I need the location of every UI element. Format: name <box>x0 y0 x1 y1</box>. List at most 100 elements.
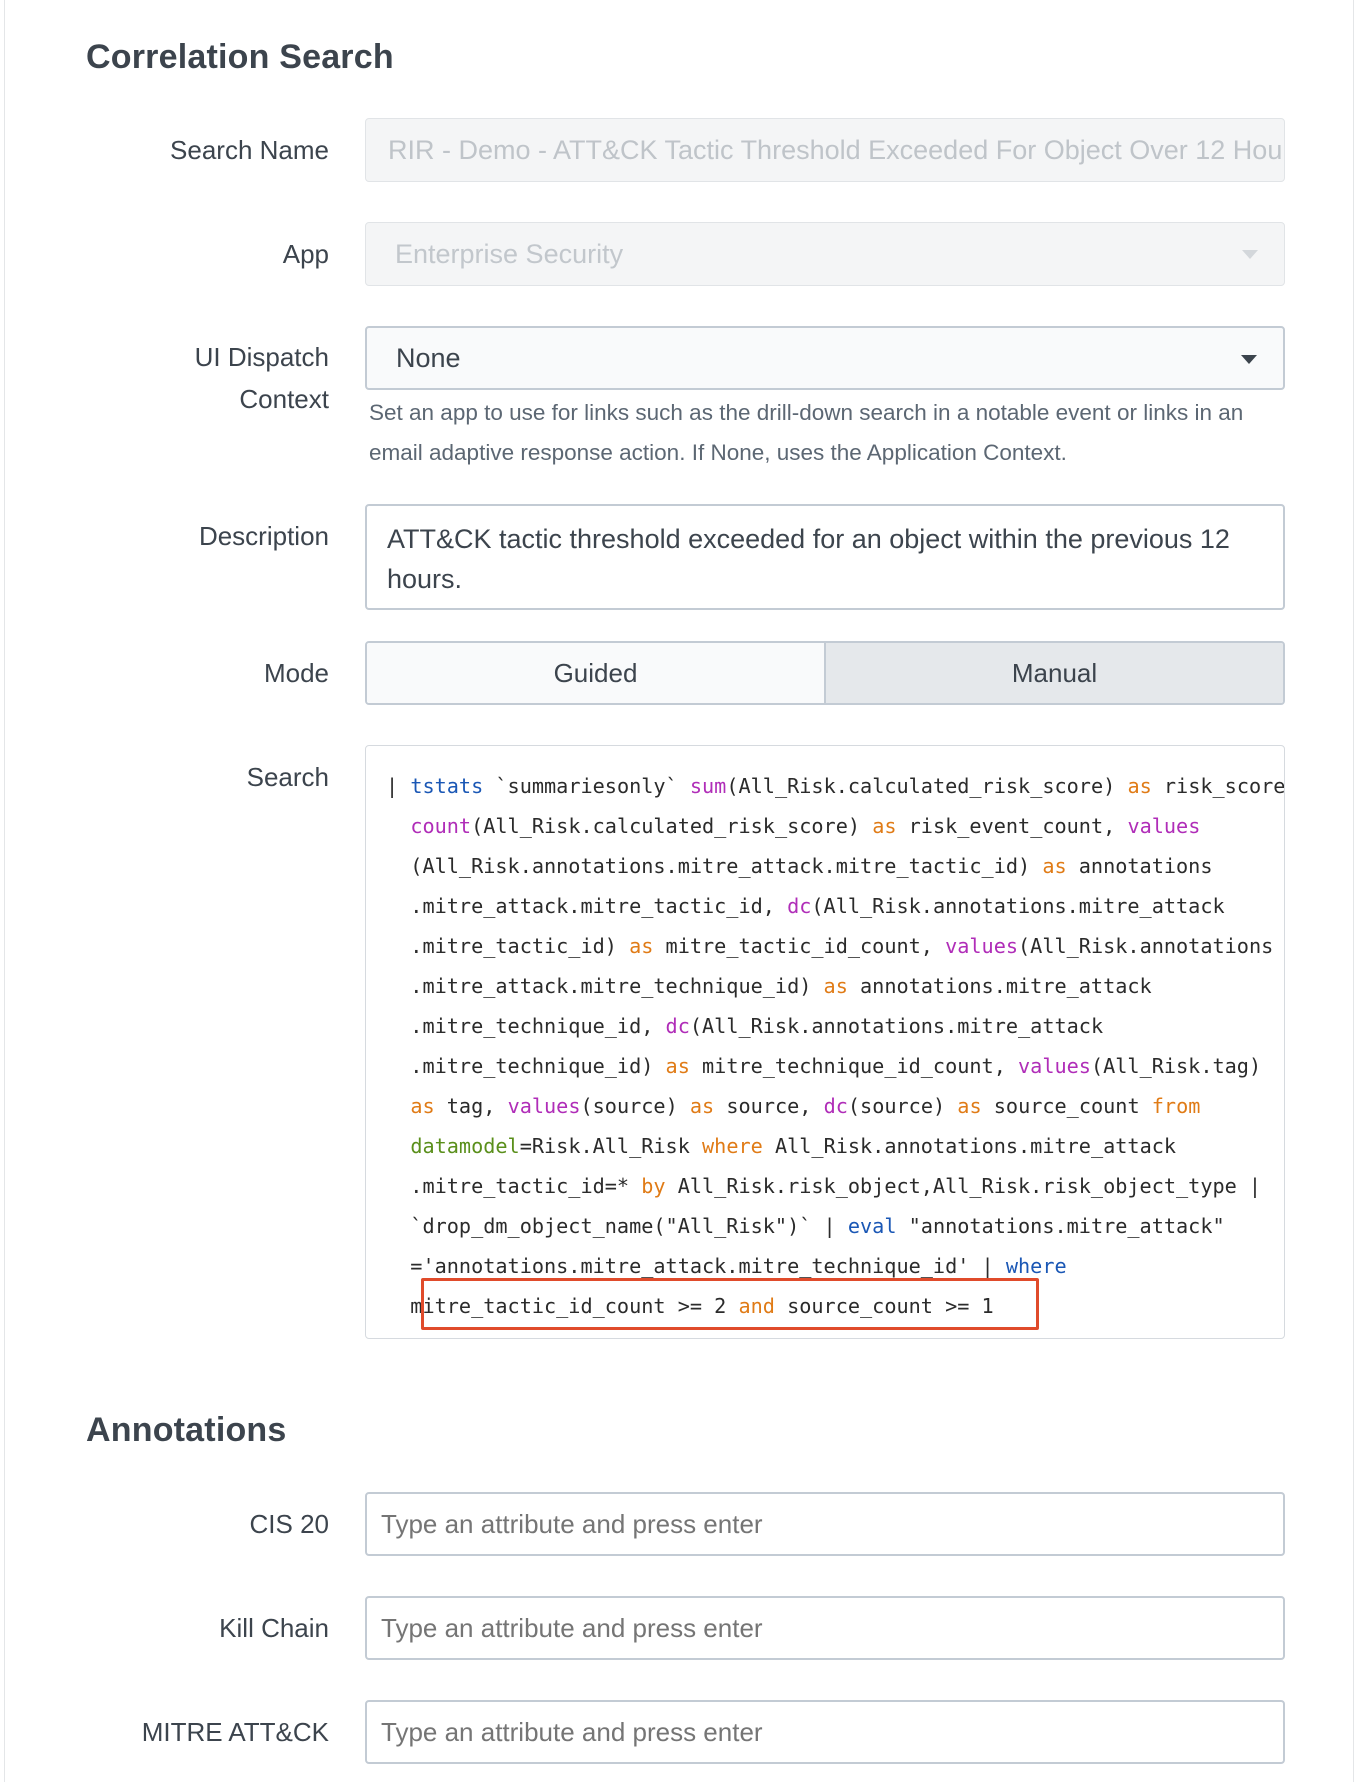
search-code-token: (source) <box>847 1094 958 1118</box>
search-code-token: dc <box>665 1014 690 1038</box>
search-code-token: as <box>665 1054 690 1078</box>
app-select[interactable]: Enterprise Security <box>365 222 1285 286</box>
kill-chain-label: Kill Chain <box>219 1613 329 1643</box>
search-code-token: =Risk.All_Risk <box>519 1134 703 1158</box>
search-code-token: from <box>1151 1094 1201 1118</box>
search-code-token: (All_Risk.annotations.mitre_attack <box>811 894 1225 918</box>
section-title-correlation-search: Correlation Search <box>86 38 394 76</box>
ui-dispatch-label-line1: UI Dispatch <box>194 342 329 372</box>
highlight-box <box>421 1278 1039 1330</box>
search-code-token: (All_Risk.annotations <box>1018 934 1274 958</box>
search-name-label: Search Name <box>170 135 329 165</box>
mode-label: Mode <box>263 658 329 688</box>
ui-dispatch-help-text: Set an app to use for links such as the … <box>369 393 1299 473</box>
description-label: Description <box>198 521 329 551</box>
search-code-line: .mitre_technique_id, dc(All_Risk.annotat… <box>386 1006 1284 1046</box>
search-code-token: datamodel <box>410 1134 520 1158</box>
search-code-token: tstats <box>410 774 484 798</box>
correlation-search-form: Correlation Search Search Name RIR - Dem… <box>4 0 1354 1782</box>
search-code-token: values <box>507 1094 581 1118</box>
description-textarea[interactable]: ATT&CK tactic threshold exceeded for an … <box>365 504 1285 610</box>
search-code-token: (source) <box>580 1094 690 1118</box>
search-code-token: values <box>1127 814 1201 838</box>
search-code-token: as <box>872 814 897 838</box>
mode-toggle: Guided Manual <box>365 641 1285 705</box>
search-code-line: count(All_Risk.calculated_risk_score) as… <box>386 806 1284 846</box>
search-code-line: .mitre_attack.mitre_technique_id) as ann… <box>386 966 1284 1006</box>
search-code-token: source, <box>714 1094 824 1118</box>
description-line2: hours. <box>387 564 463 594</box>
search-code-token: as <box>1127 774 1152 798</box>
chevron-down-icon <box>1242 250 1258 259</box>
search-code-token: values <box>1018 1054 1091 1078</box>
search-code-token <box>386 1134 410 1158</box>
search-code-token: mitre_technique_id_count, <box>689 1054 1019 1078</box>
search-label: Search <box>246 762 329 792</box>
search-code-token: .mitre_tactic_id=* <box>386 1174 642 1198</box>
kill-chain-input[interactable] <box>365 1596 1285 1660</box>
search-code-token: sum <box>689 774 727 798</box>
search-code-token: All_Risk.annotations.mitre_attack <box>762 1134 1177 1158</box>
mode-guided-button[interactable]: Guided <box>367 643 824 703</box>
search-code-token: annotations.mitre_attack <box>847 974 1152 998</box>
search-code-token: .mitre_tactic_id) <box>386 934 630 958</box>
mitre-attack-input[interactable] <box>365 1700 1285 1764</box>
description-line1: ATT&CK tactic threshold exceeded for an … <box>387 524 1230 554</box>
search-editor[interactable]: | tstats `summariesonly` sum(All_Risk.ca… <box>365 745 1285 1339</box>
search-code-token: ='annotations.mitre_attack.mitre_techniq… <box>386 1254 1006 1278</box>
search-code-line: .mitre_technique_id) as mitre_technique_… <box>386 1046 1284 1086</box>
search-code-token: (All_Risk.tag) <box>1090 1054 1262 1078</box>
ui-dispatch-label: UI Dispatch Context <box>29 336 329 420</box>
search-code-token <box>386 814 410 838</box>
search-code-token: annotations <box>1066 854 1213 878</box>
ui-dispatch-label-line2: Context <box>239 384 329 414</box>
search-code-token: All_Risk.risk_object,All_Risk.risk_objec… <box>665 1174 1262 1198</box>
search-code-token: dc <box>787 894 812 918</box>
search-code-line: | tstats `summariesonly` sum(All_Risk.ca… <box>386 766 1284 806</box>
search-code-token: eval <box>847 1214 897 1238</box>
ui-dispatch-help-line2: email adaptive response action. If None,… <box>369 440 1067 465</box>
search-code-token: (All_Risk.calculated_risk_score) <box>726 774 1128 798</box>
ui-dispatch-select-value: None <box>396 343 461 373</box>
search-code-token: dc <box>823 1094 848 1118</box>
ui-dispatch-select[interactable]: None <box>365 326 1285 390</box>
search-code-token: `drop_dm_object_name("All_Risk")` | <box>386 1214 848 1238</box>
search-code-token: where <box>1005 1254 1067 1278</box>
search-code-token <box>386 1094 410 1118</box>
search-code-token: `summariesonly` <box>483 774 690 798</box>
search-code-token: (All_Risk.annotations.mitre_attack <box>689 1014 1104 1038</box>
chevron-down-icon <box>1241 355 1257 364</box>
search-code-line: .mitre_tactic_id) as mitre_tactic_id_cou… <box>386 926 1284 966</box>
search-code-token: (All_Risk.annotations.mitre_attack.mitre… <box>386 854 1043 878</box>
search-code-token: .mitre_technique_id) <box>386 1054 666 1078</box>
search-name-input[interactable]: RIR - Demo - ATT&CK Tactic Threshold Exc… <box>365 118 1285 182</box>
search-code-token: by <box>641 1174 666 1198</box>
ui-dispatch-help-line1: Set an app to use for links such as the … <box>369 400 1244 425</box>
search-code-token: as <box>689 1094 715 1118</box>
search-code-token: .mitre_attack.mitre_technique_id) <box>386 974 824 998</box>
search-code-token: "annotations.mitre_attack" <box>896 1214 1225 1238</box>
mode-manual-button[interactable]: Manual <box>824 643 1283 703</box>
search-code-line: .mitre_tactic_id=* by All_Risk.risk_obje… <box>386 1166 1284 1206</box>
app-select-value: Enterprise Security <box>395 239 624 269</box>
app-label: App <box>282 239 329 269</box>
search-code-token: | <box>386 774 411 798</box>
search-code-token: (All_Risk.calculated_risk_score) <box>471 814 873 838</box>
cis20-input[interactable] <box>365 1492 1285 1556</box>
search-code-line: as tag, values(source) as source, dc(sou… <box>386 1086 1284 1126</box>
search-code: | tstats `summariesonly` sum(All_Risk.ca… <box>386 766 1284 1326</box>
search-code-token: as <box>957 1094 982 1118</box>
search-code-token: mitre_tactic_id_count, <box>653 934 946 958</box>
search-code-token: where <box>702 1134 763 1158</box>
cis20-label: CIS 20 <box>249 1509 330 1539</box>
search-code-token: as <box>823 974 848 998</box>
search-code-token: as <box>629 934 654 958</box>
search-code-line: (All_Risk.annotations.mitre_attack.mitre… <box>386 846 1284 886</box>
search-code-token: risk_score, <box>1151 774 1285 798</box>
search-code-token: risk_event_count, <box>896 814 1128 838</box>
search-code-token: tag, <box>434 1094 508 1118</box>
search-code-token: as <box>410 1094 435 1118</box>
search-code-token: source_count <box>981 1094 1152 1118</box>
search-code-token: values <box>945 934 1019 958</box>
search-code-line: datamodel=Risk.All_Risk where All_Risk.a… <box>386 1126 1284 1166</box>
